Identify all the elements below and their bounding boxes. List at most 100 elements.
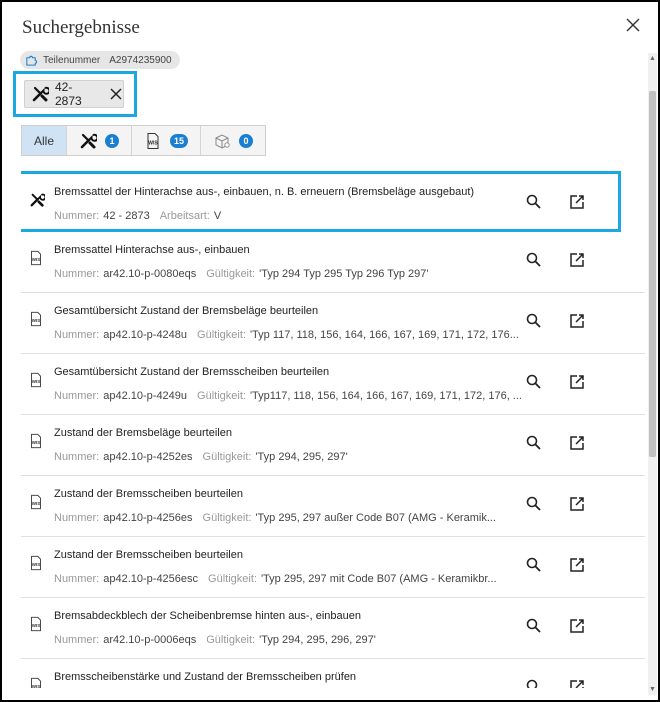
wis-doc-icon: WIS (31, 372, 41, 388)
tab-work-operations[interactable]: 1 (67, 126, 133, 155)
result-row[interactable]: WIS Gesamtübersicht Zustand der Bremssche… (21, 354, 645, 415)
scrollbar[interactable]: ▲ ▼ (648, 53, 657, 695)
meta-value: ap42.10-p-4256es (103, 512, 193, 524)
external-link-icon[interactable] (568, 678, 586, 688)
svg-text:WIS: WIS (32, 440, 40, 445)
meta-value: ap42.10-p-4252es (103, 451, 193, 463)
scroll-up-icon[interactable]: ▲ (649, 55, 656, 62)
svg-text:WIS: WIS (32, 562, 40, 567)
wis-doc-icon: WIS (31, 677, 41, 688)
result-meta: Nummer: ap42.10-p-4248u Gültigkeit: 'Typ 11… (54, 329, 522, 341)
svg-text:WIS: WIS (32, 623, 40, 628)
search-icon[interactable] (525, 556, 543, 574)
search-icon[interactable] (525, 312, 543, 330)
part-number-label: Teilenummer (43, 54, 101, 66)
external-link-icon[interactable] (568, 251, 586, 269)
external-link-icon[interactable] (568, 617, 586, 635)
meta-key: Gültigkeit: (206, 268, 256, 280)
svg-text:WIS: WIS (32, 318, 40, 323)
tab-parts[interactable]: 0 (201, 126, 265, 155)
meta-key: Arbeitsart: (159, 210, 210, 222)
meta-value: ar42.10-p-0006eqs (103, 634, 197, 646)
result-row[interactable]: WIS Zustand der Bremsbeläge beurteilen Num… (21, 415, 645, 476)
remove-filter-icon[interactable] (109, 87, 123, 101)
meta-value: 42 - 2873 (103, 210, 150, 222)
meta-key: Gültigkeit: (197, 329, 246, 341)
filter-chip[interactable]: 42-2873 (24, 80, 124, 108)
result-title[interactable]: Bremsscheibenstärke und Zustand der Brem… (54, 671, 356, 683)
tab-all[interactable]: Alle (22, 126, 68, 155)
result-title[interactable]: Bremssattel Hinterachse aus-, einbauen (54, 244, 250, 256)
result-title[interactable]: Zustand der Bremsscheiben beurteilen (54, 488, 243, 500)
tab-all-label: Alle (34, 133, 55, 148)
meta-value: 'Typ 294 Typ 295 Typ 296 Typ 297' (259, 268, 429, 280)
result-row[interactable]: WIS Gesamtübersicht Zustand der Bremsbelä… (21, 293, 645, 354)
result-title[interactable]: Gesamtübersicht Zustand der Bremsbeläge … (54, 305, 318, 317)
scroll-down-icon[interactable]: ▼ (649, 686, 656, 693)
wrench-screwdriver-icon (80, 133, 98, 148)
wrench-screwdriver-icon (32, 86, 49, 102)
result-row[interactable]: WIS Zustand der Bremsscheiben beurteilen N… (21, 537, 645, 598)
external-link-icon[interactable] (568, 312, 586, 330)
meta-key: Nummer: (54, 512, 100, 524)
meta-value: 'Typ 117, 118, 156, 164, 166, 167, 169, … (249, 329, 519, 341)
tab-work-badge: 1 (105, 133, 120, 148)
result-meta: Nummer: ar42.10-p-0080eqs Gültigkeit: 'Typ … (54, 268, 522, 280)
meta-key: Nummer: (54, 390, 100, 402)
wis-doc-icon: WIS (31, 433, 41, 449)
meta-key: Nummer: (54, 329, 100, 341)
external-link-icon[interactable] (568, 556, 586, 574)
external-link-icon[interactable] (568, 495, 586, 513)
part-number-value: A2974235900 (109, 54, 172, 66)
meta-key: Gültigkeit: (206, 634, 256, 646)
wis-doc-icon: WIS (31, 250, 41, 266)
meta-value: V (213, 210, 222, 222)
tab-wis-documents[interactable]: WIS 15 (132, 126, 202, 155)
result-title[interactable]: Gesamtübersicht Zustand der Bremsscheibe… (54, 366, 329, 378)
package-icon (215, 133, 230, 149)
result-row[interactable]: WIS Bremssattel Hinterachse aus-, einbaue… (21, 232, 645, 293)
result-row[interactable]: WIS Bremsabdeckblech der Scheibenbremse h… (21, 598, 645, 659)
meta-key: Nummer: (54, 268, 100, 280)
meta-value: ap42.10-p-4256esc (103, 573, 199, 585)
filter-chip-highlight: 42-2873 (13, 71, 137, 117)
search-icon[interactable] (525, 251, 543, 269)
search-icon[interactable] (525, 373, 543, 391)
result-title[interactable]: Bremsabdeckblech der Scheibenbremse hint… (54, 610, 361, 622)
result-meta: Nummer: ap42.10-p-4252es Gültigkeit: 'Typ 2… (54, 451, 522, 463)
svg-text:WIS: WIS (32, 501, 40, 506)
result-meta: Nummer: ap42.10-p-4249u Gültigkeit: 'Typ117… (54, 390, 522, 402)
close-button[interactable] (622, 14, 644, 36)
meta-key: Gültigkeit: (202, 451, 252, 463)
search-icon[interactable] (525, 434, 543, 452)
result-meta: Nummer: ar42.10-p-0006eqs Gültigkeit: 'Typ … (54, 634, 522, 646)
wis-doc-icon: WIS (31, 616, 41, 632)
svg-text:WIS: WIS (32, 379, 40, 384)
scrollbar-thumb[interactable] (649, 91, 656, 457)
filter-chip-label: 42-2873 (54, 80, 82, 108)
result-meta: Nummer: 42 - 2873 Arbeitsart: V (54, 210, 522, 222)
wis-doc-icon: WIS (31, 555, 41, 571)
search-icon[interactable] (525, 495, 543, 513)
result-row[interactable]: WIS Bremsscheibenstärke und Zustand der B… (21, 659, 645, 688)
puzzle-icon (26, 55, 38, 66)
result-row[interactable]: WIS Zustand der Bremsscheiben beurteilen N… (21, 476, 645, 537)
result-title[interactable]: Zustand der Bremsscheiben beurteilen (54, 549, 243, 561)
external-link-icon[interactable] (568, 193, 586, 211)
result-title[interactable]: Zustand der Bremsbeläge beurteilen (54, 427, 232, 439)
search-icon[interactable] (525, 193, 543, 211)
close-icon (626, 18, 640, 32)
external-link-icon[interactable] (568, 434, 586, 452)
search-icon[interactable] (525, 678, 543, 688)
tab-wis-badge: 15 (170, 133, 189, 148)
meta-key: Gültigkeit: (202, 512, 252, 524)
external-link-icon[interactable] (568, 373, 586, 391)
wis-doc-icon: WIS (31, 494, 41, 510)
wis-doc-icon: WIS (31, 311, 41, 327)
result-title[interactable]: Bremssattel der Hinterachse aus-, einbau… (54, 186, 474, 198)
search-icon[interactable] (525, 617, 543, 635)
wis-doc-icon: WIS (147, 132, 159, 149)
meta-value: ap42.10-p-4248u (103, 329, 188, 341)
result-row-highlighted[interactable]: Bremssattel der Hinterachse aus-, einbau… (21, 171, 621, 232)
meta-key: Nummer: (54, 210, 100, 222)
